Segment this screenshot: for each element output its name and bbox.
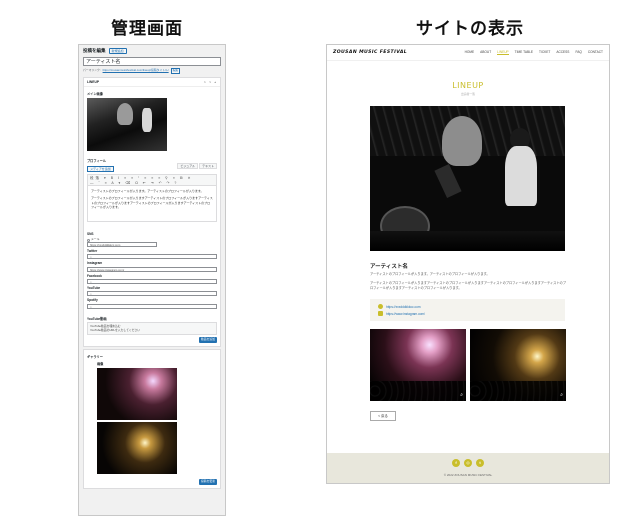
instagram-label: Instagram	[87, 261, 103, 266]
instagram-input[interactable]: https://www.instagram.com/	[87, 266, 217, 272]
website-url-input[interactable]: https://xxxdddkkkcc.com	[87, 242, 157, 248]
youtube-label: YouTube	[87, 285, 101, 290]
artist-name: アーティスト名	[370, 264, 408, 270]
zoom-icon[interactable]: ⌕	[460, 392, 463, 398]
add-video-button[interactable]: 動画を追加	[199, 337, 217, 344]
instagram-link-text[interactable]: https://www.instagram.com/	[386, 312, 425, 316]
permalink-label: パーマリンク:	[83, 68, 101, 73]
editor-tabs: ビジュアル テキスト	[176, 162, 217, 169]
section-subtitle: 出演者一覧	[461, 92, 475, 96]
site-logo[interactable]: ZOUSAN MUSIC FESTIVAL	[333, 50, 407, 55]
yt-embed-hint: YouTube動画のURLを入力してください	[90, 327, 140, 332]
zoom-icon[interactable]: ⌕	[560, 392, 563, 398]
box-toggle-icon[interactable]: ∧ ∨ ▴	[204, 80, 217, 84]
gallery-meta-box: ギャラリー 画像 投稿を更新	[83, 349, 221, 489]
artist-main-photo	[370, 106, 565, 251]
tab-visual[interactable]: ビジュアル	[177, 162, 199, 169]
nav-contact[interactable]: CONTACT	[588, 50, 603, 55]
instagram-link[interactable]: https://www.instagram.com/	[378, 310, 557, 317]
permalink-link[interactable]: https://zousanmusicfestival.com/lineup/投…	[103, 68, 169, 73]
website-link-text[interactable]: https://xxxdddkkkcc.com	[386, 305, 421, 309]
editor-line-1: アーティストのプロフィールが入ります。アーティストのプロフィールが入ります。	[91, 188, 204, 193]
site-header: ZOUSAN MUSIC FESTIVAL HOME ABOUT LINEUP …	[327, 45, 609, 61]
nav-lineup[interactable]: LINEUP	[497, 50, 509, 55]
twitter-icon[interactable]: t	[476, 459, 484, 467]
gallery-image-2[interactable]	[97, 421, 177, 474]
site-heading: サイトの表示	[416, 19, 524, 39]
nav-about[interactable]: ABOUT	[480, 50, 491, 55]
lineup-box-header[interactable]: LINEUP ∧ ∨ ▴	[84, 78, 220, 88]
website-link[interactable]: https://xxxdddkkkcc.com	[378, 303, 557, 310]
facebook-input[interactable]: ○	[87, 278, 217, 284]
main-image-thumbnail[interactable]	[87, 97, 167, 151]
profile-editor[interactable]: アーティストのプロフィールが入ります。アーティストのプロフィールが入ります。 ア…	[87, 185, 217, 222]
site-preview: ZOUSAN MUSIC FESTIVAL HOME ABOUT LINEUP …	[326, 44, 610, 484]
gallery-photo-2[interactable]: ⌕	[470, 329, 566, 401]
sns-label: SNS	[87, 231, 94, 236]
instagram-icon	[378, 311, 383, 316]
artist-desc-1: アーティストのプロフィールが入ります。アーティストのプロフィールが入ります。	[370, 272, 490, 276]
facebook-icon[interactable]: f	[452, 459, 460, 467]
permalink-edit-button[interactable]: 編集	[170, 68, 181, 74]
section-title: LINEUP	[452, 81, 484, 90]
post-title-input[interactable]: アーティスト名	[83, 57, 221, 67]
twitter-label: Twitter	[87, 249, 98, 254]
permalink-row: パーマリンク: https://zousanmusicfestival.com/…	[83, 68, 221, 74]
nav-faq[interactable]: FAQ	[575, 50, 581, 55]
site-nav: HOME ABOUT LINEUP TIME TABLE TICKET ACCE…	[465, 50, 603, 55]
nav-ticket[interactable]: TICKET	[539, 50, 550, 55]
instagram-icon[interactable]: ◎	[464, 459, 472, 467]
update-post-button[interactable]: 投稿を更新	[199, 478, 217, 485]
gallery-image-1[interactable]	[97, 367, 177, 420]
lineup-meta-box: LINEUP ∧ ∨ ▴ メイン画像 プロフィール メディアを追加 ビジュアルテ…	[83, 76, 221, 348]
spotify-label: Spotify	[87, 298, 98, 303]
nav-access[interactable]: ACCESS	[556, 50, 569, 55]
admin-heading: 管理画面	[111, 19, 183, 39]
yt-embed-box[interactable]: YouTube動画を埋め込む YouTube動画のURLを入力してください	[87, 321, 217, 336]
yt-embed-label: YouTube動画	[87, 316, 107, 321]
site-footer: f ◎ t © 2022 ZOUSAN MUSIC FESTIVAL	[327, 453, 609, 483]
add-new-button[interactable]: 新規追加	[108, 48, 127, 55]
globe-icon	[378, 304, 383, 309]
back-button[interactable]: < 戻る	[370, 411, 396, 421]
facebook-label: Facebook	[87, 273, 102, 278]
radio-dot-icon	[87, 238, 90, 242]
tab-text[interactable]: テキスト	[199, 162, 217, 169]
add-media-button[interactable]: メディアを追加	[87, 165, 114, 172]
admin-topbar: 投稿を編集 新規追加	[79, 45, 225, 55]
spotify-input[interactable]: ○	[87, 303, 217, 309]
lineup-box-title: LINEUP	[87, 79, 100, 84]
youtube-input[interactable]: ○	[87, 291, 217, 297]
gallery-image-label: 画像	[97, 361, 104, 366]
copyright: © 2022 ZOUSAN MUSIC FESTIVAL	[443, 473, 493, 477]
main-image-label: メイン画像	[87, 92, 103, 97]
editor-line-2: アーティストのプロフィールが入りますアーティストのプロフィールが入りますアーティ…	[91, 196, 213, 210]
gallery-photo-1[interactable]: ⌕	[370, 329, 466, 401]
nav-timetable[interactable]: TIME TABLE	[515, 50, 533, 55]
nav-home[interactable]: HOME	[465, 50, 475, 55]
admin-panel: 投稿を編集 新規追加 アーティスト名 パーマリンク: https://zousa…	[78, 44, 226, 516]
social-icons: f ◎ t	[327, 459, 609, 467]
website-radio-label: メール	[91, 237, 100, 242]
gallery-section-label: ギャラリー	[87, 355, 103, 360]
editor-toolbar[interactable]: 段落 ▾ B I ≡ ≡ “ ≡ ≡ ≡ ⚲ ≡ ⊞ ✕ — ‾ ≡ A ▾ ⌫…	[87, 173, 217, 186]
admin-page-title: 投稿を編集	[83, 48, 106, 53]
artist-links-box: https://xxxdddkkkcc.com https://www.inst…	[370, 299, 565, 321]
twitter-input[interactable]: ○	[87, 254, 217, 260]
artist-desc-2: アーティストのプロフィールが入りますアーティストのプロフィールが入りますアーティ…	[370, 281, 566, 291]
